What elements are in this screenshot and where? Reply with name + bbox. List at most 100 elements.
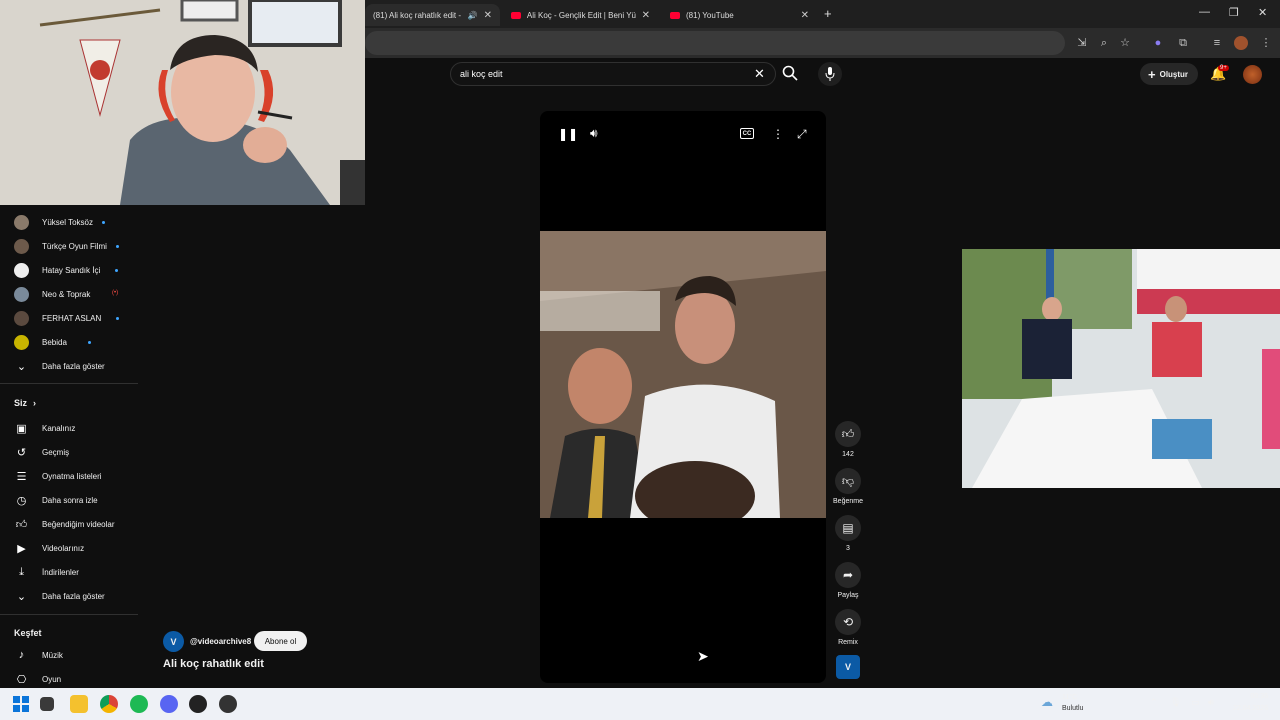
remix-label: Remix [838, 639, 858, 646]
speaker-icon[interactable]: 🔊︎ [1208, 697, 1214, 708]
video-frame-scene [540, 231, 826, 531]
sound-source-thumbnail[interactable]: V [836, 655, 860, 679]
network-icon[interactable]: ▭ [1191, 697, 1200, 708]
subscription-name: Hatay Sandık İçi [42, 265, 101, 275]
like-count: 142 [842, 451, 854, 458]
subscription-item[interactable]: Neo & Toprak [14, 284, 90, 304]
new-content-dot [116, 245, 119, 248]
spotify-icon[interactable] [130, 695, 148, 713]
search-input[interactable]: ali koç edit [460, 69, 503, 79]
subscription-item[interactable]: Türkçe Oyun Filmi [14, 236, 107, 256]
clock-date[interactable]: 22.04.2026 [1226, 705, 1268, 712]
chrome-icon[interactable] [100, 695, 118, 713]
show-more-you[interactable]: ⌄ Daha fazla göster [14, 586, 105, 606]
media-controls-icon[interactable]: ≡ [1210, 36, 1224, 50]
close-tab-icon[interactable]: ✕ [801, 10, 809, 21]
subscription-item[interactable]: Hatay Sandık İçi [14, 260, 100, 280]
address-bar[interactable] [365, 31, 1065, 55]
mouse-cursor-icon: ➤ [697, 648, 709, 664]
maximize-icon[interactable]: ❐ [1229, 6, 1239, 19]
volume-icon[interactable]: 🔊︎ [590, 126, 598, 141]
windows-start-icon[interactable] [12, 695, 30, 713]
new-content-dot [102, 221, 105, 224]
browser-tab[interactable]: Ali Koç - Gençlik Edit | Beni Yüre ✕ [503, 4, 658, 26]
more-options-icon[interactable]: ⋮ [772, 127, 784, 141]
history-icon: ↺ [16, 446, 27, 459]
sidebar-item-downloads[interactable]: ⤓ İndirilenler [14, 562, 79, 582]
discord-icon[interactable] [160, 695, 178, 713]
search-icon[interactable] [781, 64, 801, 84]
divider [0, 614, 138, 615]
captions-icon[interactable]: CC [740, 128, 754, 139]
channel-avatar [14, 262, 29, 278]
sidebar-item-watch-later[interactable]: ◷ Daha sonra izle [14, 490, 98, 510]
channel-avatar[interactable]: V [163, 631, 184, 652]
channel-handle[interactable]: @videoarchive8 [190, 637, 251, 646]
search-box[interactable]: ali koç edit [450, 62, 776, 86]
channel-avatar [14, 214, 29, 230]
you-section-title[interactable]: Siz › [14, 398, 36, 408]
show-more-subscriptions[interactable]: ⌄ Daha fazla göster [14, 356, 105, 376]
browser-tab-active[interactable]: (81) Ali koç rahatlık edit - Yo 🔊 ✕ [365, 4, 500, 26]
clock-icon: ◷ [16, 494, 27, 507]
next-video-thumbnail[interactable] [962, 249, 1280, 488]
sidebar-item-history[interactable]: ↺ Geçmiş [14, 442, 69, 462]
like-button[interactable]: 👍︎ 142 [833, 421, 863, 458]
task-view-icon[interactable] [40, 697, 54, 711]
browser-tab[interactable]: (81) YouTube ✕ [662, 4, 817, 26]
subscribe-button[interactable]: Abone ol [254, 631, 307, 651]
sidebar-item-music[interactable]: ♪ Müzik [14, 645, 63, 665]
dislike-label: Beğenme [833, 498, 863, 505]
sidebar-item-gaming[interactable]: ⎔ Oyun [14, 669, 61, 689]
browser-menu-icon[interactable]: ⋮ [1259, 36, 1273, 50]
show-more-label: Daha fazla göster [42, 361, 105, 371]
remix-button[interactable]: ⟲ Remix [833, 609, 863, 646]
thumb-up-icon: 👍︎ [15, 518, 28, 531]
profile-avatar-icon[interactable] [1234, 36, 1248, 50]
close-tab-icon[interactable]: ✕ [484, 10, 492, 21]
plus-icon: + [1148, 66, 1156, 82]
sidebar-item-your-videos[interactable]: ▶ Videolarınız [14, 538, 84, 558]
clear-search-icon[interactable]: ✕ [754, 66, 765, 82]
close-tab-icon[interactable]: ✕ [642, 10, 650, 21]
subscription-name: Türkçe Oyun Filmi [42, 241, 107, 251]
app-icon[interactable] [189, 695, 207, 713]
microphone-icon[interactable]: 🎙︎ [1170, 697, 1181, 708]
chevron-up-icon[interactable]: ⌃ [1150, 697, 1158, 708]
notification-badge: 9+ [1218, 65, 1229, 71]
sidebar-item-channel[interactable]: ▣ Kanalınız [14, 418, 75, 438]
sidebar-item-playlists[interactable]: ☰ Oynatma listeleri [14, 466, 102, 486]
fullscreen-icon[interactable]: ⤢ [797, 127, 807, 142]
sidebar-item-label: İndirilenler [42, 567, 79, 577]
minimize-icon[interactable]: — [1199, 6, 1210, 18]
zoom-icon[interactable]: ⌕ [1097, 36, 1111, 50]
channel-avatar [14, 286, 29, 302]
dislike-button[interactable]: 👎︎ Beğenme [833, 468, 863, 505]
comments-button[interactable]: ▤ 3 [833, 515, 863, 552]
account-avatar[interactable] [1243, 65, 1262, 84]
share-button[interactable]: ➦ Paylaş [833, 562, 863, 599]
voice-search-icon[interactable] [818, 62, 842, 86]
file-explorer-icon[interactable] [70, 695, 88, 713]
subscription-item[interactable]: Yüksel Toksöz [14, 212, 93, 232]
extensions-puzzle-icon[interactable]: ⧉ [1176, 36, 1190, 50]
create-button[interactable]: + Oluştur [1140, 63, 1198, 85]
subscription-item[interactable]: FERHAT ASLAN [14, 308, 101, 328]
chevron-down-icon: ⌄ [16, 360, 27, 373]
next-video-image [962, 249, 1280, 488]
bookmark-star-icon[interactable]: ☆ [1118, 36, 1132, 50]
clock-time[interactable]: 00:36 [1230, 693, 1268, 700]
new-tab-button[interactable]: + [824, 6, 832, 21]
sidebar-item-label: Kanalınız [42, 423, 76, 433]
app-icon[interactable] [219, 695, 237, 713]
extension-icon[interactable]: ● [1151, 36, 1165, 50]
sidebar-item-liked[interactable]: 👍︎ Beğendiğim videolar [14, 514, 115, 534]
subscription-name: Yüksel Toksöz [42, 217, 93, 227]
thumb-up-icon: 👍︎ [835, 421, 861, 447]
you-title-label: Siz [14, 398, 28, 408]
subscription-item[interactable]: Bebida [14, 332, 67, 352]
close-window-icon[interactable]: ✕ [1258, 6, 1267, 19]
pause-icon[interactable]: ❚❚ [558, 127, 578, 141]
sidebar-item-label: Müzik [42, 650, 63, 660]
install-app-icon[interactable]: ⇲ [1075, 36, 1089, 50]
